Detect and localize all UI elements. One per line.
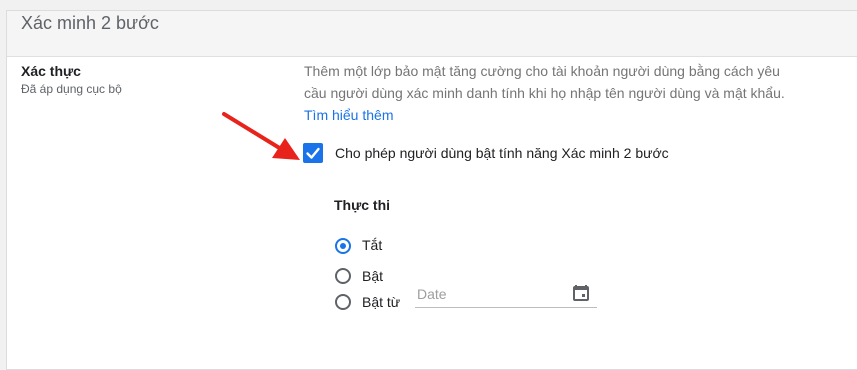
enforcement-title: Thực thi [334,197,391,213]
allow-2sv-label[interactable]: Cho phép người dùng bật tính năng Xác mi… [335,145,669,161]
setting-subtitle: Đã áp dụng cục bộ [21,82,122,96]
radio-off-label[interactable]: Tắt [362,237,382,253]
learn-more-link[interactable]: Tìm hiểu thêm [304,107,393,123]
description-text: Thêm một lớp bảo mật tăng cường cho tài … [304,63,785,101]
radio-on-from-label[interactable]: Bật từ [362,294,400,310]
date-placeholder: Date [417,286,447,302]
radio-off[interactable] [335,238,351,254]
radio-on-label[interactable]: Bật [362,268,383,284]
checkbox-checked-icon [306,147,320,159]
radio-on-from[interactable] [335,294,351,310]
allow-2sv-checkbox[interactable] [303,143,323,163]
page-title: Xác minh 2 bước [21,13,159,33]
setting-title: Xác thực [21,63,81,79]
calendar-icon[interactable] [573,284,589,307]
red-arrow [214,108,304,173]
date-input[interactable]: Date [415,283,597,308]
setting-description: Thêm một lớp bảo mật tăng cường cho tài … [304,60,799,126]
radio-on[interactable] [335,268,351,284]
